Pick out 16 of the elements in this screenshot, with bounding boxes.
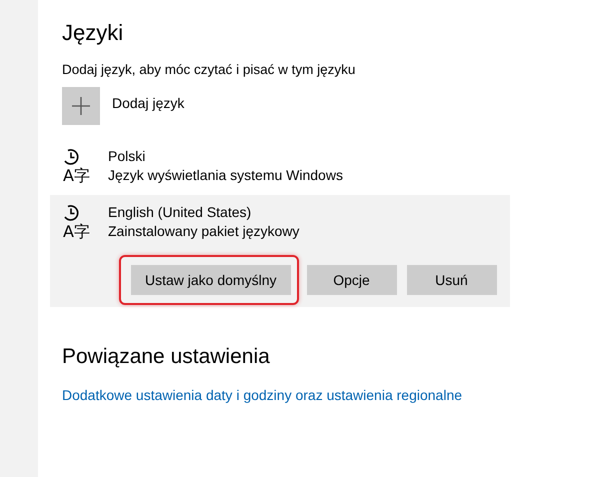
plus-icon (72, 97, 90, 115)
language-status: Język wyświetlania systemu Windows (108, 166, 343, 185)
language-status: Zainstalowany pakiet językowy (108, 222, 300, 241)
add-language-link[interactable]: Dodaj język (112, 95, 184, 111)
section-title: Powiązane ustawienia (62, 345, 271, 369)
language-name: English (United States) (108, 203, 252, 222)
language-name: Polski (108, 147, 146, 166)
action-button[interactable]: Ustaw jako domyślny (131, 265, 290, 295)
language-item[interactable]: A字 Polski Język wyświetlania systemu Windows (50, 139, 510, 195)
section-title: Języki (62, 20, 124, 46)
action-button[interactable]: Usuń (406, 265, 496, 295)
add-language-button[interactable] (62, 87, 100, 125)
language-item[interactable]: A字 English (United States) Zainstalowany pakiet językowy Ustaw jako domyślny Opcje Usuń (50, 195, 510, 307)
settings-link[interactable]: Dodatkowe ustawienia daty i godziny oraz ustawienia regionalne (62, 387, 462, 403)
action-button[interactable]: Opcje (306, 265, 396, 295)
section-description: Dodaj język, aby móc czytać i pisać w tym języku (62, 62, 356, 77)
